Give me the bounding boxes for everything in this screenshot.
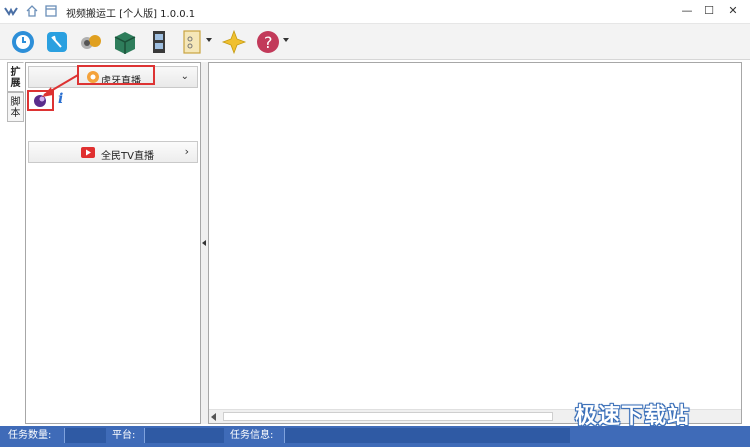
scroll-left-icon[interactable] xyxy=(211,413,216,421)
film-icon[interactable] xyxy=(145,28,173,56)
minimize-button[interactable]: — xyxy=(676,2,698,20)
coins-icon[interactable] xyxy=(77,28,105,56)
chevron-down-icon[interactable] xyxy=(283,38,289,42)
play-icon xyxy=(81,147,95,158)
chevron-right-icon: › xyxy=(184,145,189,158)
star-icon[interactable] xyxy=(220,28,248,56)
task-count-value xyxy=(64,428,106,443)
task-count-label: 任务数量: xyxy=(8,430,52,441)
title-bar: 视频搬运工 [个人版] 1.0.0.1 — ☐ ✕ xyxy=(0,0,750,24)
tab-label: 扩展 xyxy=(10,67,21,89)
collapse-left-icon[interactable] xyxy=(202,240,206,246)
chevron-down-icon: ⌄ xyxy=(180,71,189,82)
panel-splitter[interactable] xyxy=(201,62,208,424)
svg-text:?: ? xyxy=(264,33,273,52)
status-bar: 任务数量: 平台: 任务信息: xyxy=(0,426,750,447)
window-icon[interactable] xyxy=(44,4,58,18)
chevron-down-icon[interactable] xyxy=(206,38,212,42)
close-button[interactable]: ✕ xyxy=(722,2,744,20)
tab-script[interactable]: 脚本 xyxy=(7,92,24,122)
plugin-panel: 虎牙直播 ⌄ i 全民TV直播 › xyxy=(25,62,201,424)
help-icon[interactable]: ? xyxy=(254,28,282,56)
tab-label: 脚本 xyxy=(10,97,21,119)
app-logo-icon xyxy=(4,7,18,16)
window-title: 视频搬运工 [个人版] 1.0.0.1 xyxy=(66,9,196,20)
scissor-icon[interactable] xyxy=(43,28,71,56)
task-info-label: 任务信息: xyxy=(230,430,274,441)
annotation-arrow xyxy=(42,74,79,97)
toolbar: ? xyxy=(0,24,750,60)
platform-value xyxy=(144,428,224,443)
maximize-button[interactable]: ☐ xyxy=(698,2,720,20)
tab-extension[interactable]: 扩展 xyxy=(7,62,24,92)
task-info-value xyxy=(284,428,570,443)
scroll-thumb[interactable] xyxy=(223,412,553,421)
box-icon[interactable] xyxy=(111,28,139,56)
clock-icon[interactable] xyxy=(9,28,37,56)
platform-label: 平台: xyxy=(112,430,136,441)
document-icon[interactable] xyxy=(179,28,207,56)
accordion-header-quanmin[interactable]: 全民TV直播 › xyxy=(28,141,198,163)
accordion-label: 全民TV直播 xyxy=(101,151,154,162)
content-area xyxy=(208,62,742,424)
home-icon[interactable] xyxy=(25,4,39,18)
